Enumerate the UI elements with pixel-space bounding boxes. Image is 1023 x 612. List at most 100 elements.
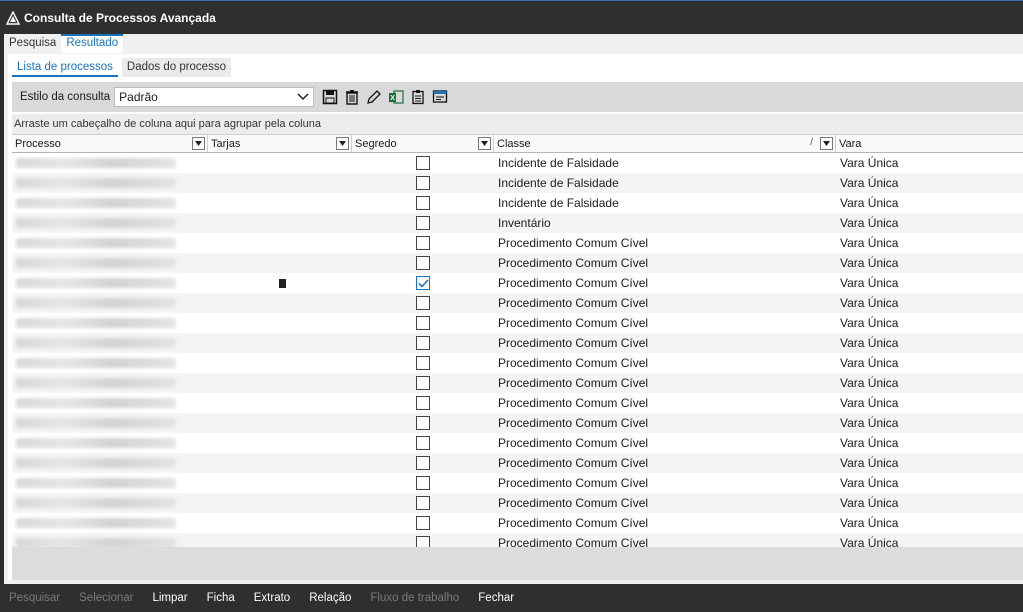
footer-button-fluxo-de-trabalho[interactable]: Fluxo de trabalho [369,592,460,604]
segredo-checkbox[interactable] [416,296,430,310]
table-row[interactable]: Procedimento Comum Cível Vara Única [12,533,1023,547]
cell-processo [12,173,208,193]
column-header-tarjas[interactable]: Tarjas [208,135,352,152]
segredo-checkbox[interactable] [416,376,430,390]
segredo-checkbox[interactable] [416,196,430,210]
segredo-checkbox[interactable] [416,396,430,410]
style-select[interactable]: Padrão [114,87,315,107]
segredo-checkbox[interactable] [416,236,430,250]
footer-button-extrato[interactable]: Extrato [253,592,291,604]
cell-vara: Vara Única [840,516,899,530]
tab-lista-de-processos[interactable]: Lista de processos [12,58,118,77]
result-panel: Lista de processos Dados do processo Est… [8,54,1023,580]
cell-segredo [352,293,494,313]
segredo-checkbox[interactable] [416,456,430,470]
cell-processo [12,153,208,173]
segredo-checkbox[interactable] [416,176,430,190]
segredo-checkbox[interactable] [416,516,430,530]
cell-classe: Procedimento Comum Cível [498,396,649,410]
cell-classe: Procedimento Comum Cível [498,496,649,510]
redacted-process-number [16,398,176,408]
segredo-checkbox[interactable] [416,336,430,350]
table-row[interactable]: Procedimento Comum Cível Vara Única [12,313,1023,333]
tab-pesquisa[interactable]: Pesquisa [4,34,61,53]
segredo-checkbox[interactable] [416,276,430,290]
table-row[interactable]: Procedimento Comum Cível Vara Única [12,253,1023,273]
filter-dropdown-icon[interactable] [478,137,491,150]
column-header-processo[interactable]: Processo [12,135,208,152]
cell-processo [12,353,208,373]
segredo-checkbox[interactable] [416,216,430,230]
redacted-process-number [16,498,176,508]
sub-tabs: Lista de processos Dados do processo [12,58,235,77]
table-row[interactable]: Inventário Vara Única [12,213,1023,233]
clipboard-icon[interactable] [408,87,428,107]
cell-tarjas [208,253,352,273]
cell-classe: Procedimento Comum Cível [498,456,649,470]
cell-classe: Procedimento Comum Cível [498,276,649,290]
table-row[interactable]: Incidente de Falsidade Vara Única [12,173,1023,193]
footer-button-ficha[interactable]: Ficha [206,592,236,604]
filter-dropdown-icon[interactable] [192,137,205,150]
table-row[interactable]: Procedimento Comum Cível Vara Única [12,473,1023,493]
table-row[interactable]: Incidente de Falsidade Vara Única [12,153,1023,173]
cell-vara: Vara Única [840,456,899,470]
excel-export-icon[interactable]: X [386,87,406,107]
main-frame: Pesquisa Resultado Lista de processos Da… [4,34,1023,584]
table-row[interactable]: Procedimento Comum Cível Vara Única [12,393,1023,413]
filter-dropdown-icon[interactable] [820,137,833,150]
window-config-icon[interactable] [430,87,450,107]
cell-segredo [352,473,494,493]
footer-button-relação[interactable]: Relação [308,592,352,604]
segredo-checkbox[interactable] [416,256,430,270]
save-icon[interactable] [320,87,340,107]
column-header-vara[interactable]: Vara [836,135,1023,152]
column-header-classe[interactable]: Classe / [494,135,836,152]
segredo-checkbox[interactable] [416,316,430,330]
column-header-segredo[interactable]: Segredo [352,135,494,152]
table-row[interactable]: Incidente de Falsidade Vara Única [12,193,1023,213]
style-label: Estilo da consulta [20,91,111,103]
segredo-checkbox[interactable] [416,416,430,430]
cell-segredo [352,233,494,253]
table-row[interactable]: Procedimento Comum Cível Vara Única [12,493,1023,513]
cell-segredo [352,513,494,533]
cell-vara: Vara Única [840,176,899,190]
tab-dados-do-processo[interactable]: Dados do processo [121,58,231,77]
table-row[interactable]: Procedimento Comum Cível Vara Única [12,453,1023,473]
segredo-checkbox[interactable] [416,436,430,450]
footer-button-selecionar[interactable]: Selecionar [78,592,134,604]
table-row[interactable]: Procedimento Comum Cível Vara Única [12,513,1023,533]
table-row[interactable]: Procedimento Comum Cível Vara Única [12,333,1023,353]
segredo-checkbox[interactable] [416,156,430,170]
table-row[interactable]: Procedimento Comum Cível Vara Única [12,293,1023,313]
pencil-icon[interactable] [364,87,384,107]
footer-button-fechar[interactable]: Fechar [477,592,515,604]
redacted-process-number [16,338,176,348]
footer-button-limpar[interactable]: Limpar [151,592,188,604]
tab-resultado[interactable]: Resultado [61,34,124,53]
cell-tarjas [208,193,352,213]
table-row[interactable]: Procedimento Comum Cível Vara Única [12,273,1023,293]
segredo-checkbox[interactable] [416,536,430,547]
footer-button-pesquisar[interactable]: Pesquisar [8,592,61,604]
cell-segredo [352,253,494,273]
segredo-checkbox[interactable] [416,476,430,490]
table-row[interactable]: Procedimento Comum Cível Vara Única [12,373,1023,393]
cell-vara: Vara Única [840,396,899,410]
cell-processo [12,513,208,533]
table-row[interactable]: Procedimento Comum Cível Vara Única [12,233,1023,253]
group-by-hint[interactable]: Arraste um cabeçalho de coluna aqui para… [12,114,1023,135]
trash-icon[interactable] [342,87,362,107]
cell-segredo [352,313,494,333]
cell-tarjas [208,493,352,513]
table-row[interactable]: Procedimento Comum Cível Vara Única [12,353,1023,373]
segredo-checkbox[interactable] [416,356,430,370]
cell-processo [12,193,208,213]
cell-vara: Vara Única [840,276,899,290]
segredo-checkbox[interactable] [416,496,430,510]
filter-dropdown-icon[interactable] [336,137,349,150]
table-row[interactable]: Procedimento Comum Cível Vara Única [12,413,1023,433]
table-row[interactable]: Procedimento Comum Cível Vara Única [12,433,1023,453]
tarja-marker-icon [278,278,286,288]
